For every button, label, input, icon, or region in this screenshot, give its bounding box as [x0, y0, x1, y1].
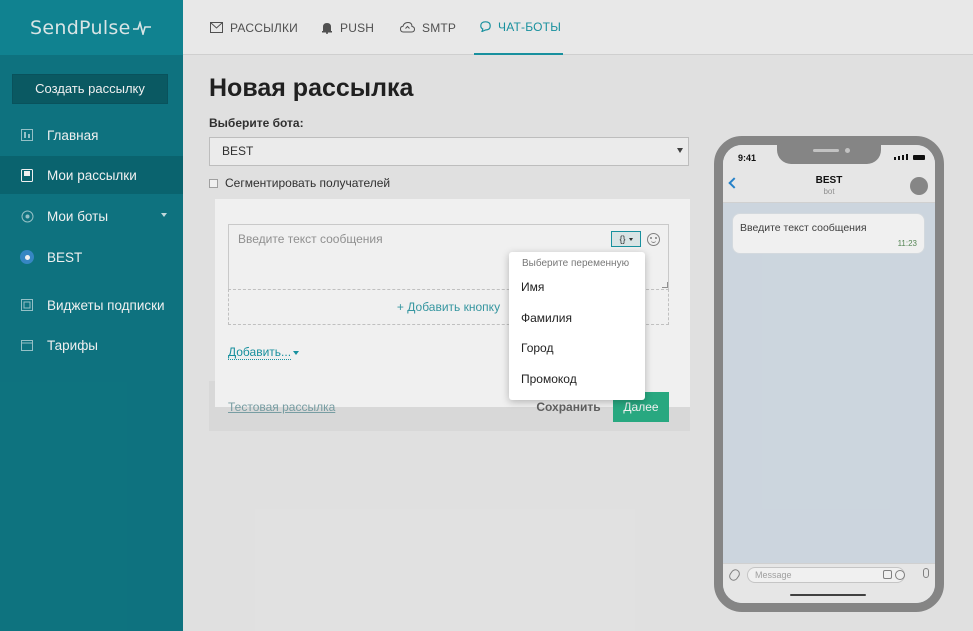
variable-button[interactable]: {}: [611, 231, 641, 247]
phone-notch: [777, 145, 881, 164]
message-placeholder: Введите текст сообщения: [238, 232, 383, 246]
chat-header: BEST bot: [723, 169, 935, 203]
sidebar-item-widgets[interactable]: Виджеты подписки: [0, 286, 183, 324]
command-icon: [883, 570, 892, 579]
chat-icon: [480, 21, 491, 32]
phone-preview: 9:41 BEST bot Введите текст сообщения 11…: [714, 136, 944, 612]
sidebar: SendPulse Создать рассылку Главная Мои р…: [0, 0, 183, 631]
chat-subtitle: bot: [823, 187, 835, 196]
segment-label: Сегментировать получателей: [225, 176, 391, 190]
tab-smtp[interactable]: SMTP: [400, 0, 456, 55]
sidebar-item-bots[interactable]: Мои боты: [0, 197, 183, 235]
chevron-down-icon: [161, 213, 167, 217]
braces-icon: {}: [619, 234, 626, 244]
sidebar-item-label: Мои боты: [47, 208, 109, 224]
tab-campaigns[interactable]: РАССЫЛКИ: [210, 0, 298, 55]
tab-chatbots[interactable]: ЧАТ-БОТЫ: [474, 0, 563, 55]
tab-label: РАССЫЛКИ: [230, 20, 298, 35]
segment-checkbox[interactable]: [209, 178, 218, 188]
bots-icon: [20, 209, 34, 223]
dropdown-header: Выберите переменную: [522, 258, 630, 269]
campaigns-icon: [20, 168, 34, 182]
logo[interactable]: SendPulse: [30, 17, 131, 39]
sidebar-item-home[interactable]: Главная: [0, 116, 183, 154]
bot-select[interactable]: BEST: [209, 137, 689, 166]
signal-icon: [894, 154, 925, 160]
variable-dropdown: Выберите переменную Имя Фамилия Город Пр…: [509, 252, 645, 400]
bubble-time: 11:23: [897, 239, 917, 248]
sidebar-item-label: Мои рассылки: [47, 167, 137, 183]
bot-avatar: [910, 177, 928, 195]
bubble-text: Введите текст сообщения: [740, 222, 867, 234]
pricing-icon: [20, 338, 34, 352]
add-more-link[interactable]: Добавить...: [228, 345, 292, 360]
chat-title: BEST: [815, 175, 843, 186]
logo-bar: SendPulse: [0, 0, 183, 55]
bot-avatar-icon: [20, 250, 34, 264]
create-campaign-button[interactable]: Создать рассылку: [12, 74, 168, 104]
bot-select-label: Выберите бота:: [209, 116, 304, 130]
dropdown-arrow-icon: [677, 148, 683, 153]
dropdown-item-first-name[interactable]: Имя: [521, 280, 544, 294]
attach-icon: [727, 567, 742, 583]
home-indicator: [790, 594, 866, 596]
sidebar-item-label: Тарифы: [47, 337, 99, 353]
sidebar-item-label: Виджеты подписки: [47, 297, 165, 313]
dropdown-item-promo[interactable]: Промокод: [521, 372, 577, 386]
resize-handle-icon[interactable]: [662, 282, 668, 288]
sidebar-item-pricing[interactable]: Тарифы: [0, 326, 183, 364]
sidebar-item-label: Главная: [47, 127, 99, 143]
dropdown-item-last-name[interactable]: Фамилия: [521, 311, 572, 325]
phone-screen: 9:41 BEST bot Введите текст сообщения 11…: [723, 145, 935, 603]
dropdown-item-city[interactable]: Город: [521, 341, 553, 355]
segment-recipients[interactable]: Сегментировать получателей: [209, 176, 390, 190]
page-title: Новая рассылка: [209, 74, 414, 102]
chat-input: Message: [747, 567, 905, 583]
sticker-icon: [895, 570, 905, 580]
message-bubble: Введите текст сообщения 11:23: [732, 213, 925, 254]
sidebar-item-label: BEST: [47, 249, 83, 265]
dashboard-icon: [20, 128, 34, 142]
widget-icon: [20, 298, 34, 312]
chat-input-bar: Message: [723, 563, 935, 585]
tab-label: SMTP: [422, 20, 457, 35]
emoji-icon[interactable]: [647, 233, 660, 246]
sidebar-item-best-bot[interactable]: BEST: [0, 238, 183, 276]
status-time: 9:41: [738, 153, 757, 163]
bell-icon: [321, 22, 333, 34]
test-send-link[interactable]: Тестовая рассылка: [228, 400, 335, 414]
mail-icon: [210, 22, 223, 33]
sidebar-item-campaigns[interactable]: Мои рассылки: [0, 156, 183, 194]
bot-select-value: BEST: [222, 144, 254, 158]
tab-label: ЧАТ-БОТЫ: [498, 19, 562, 34]
mic-icon: [923, 568, 929, 578]
chevron-down-icon: [293, 351, 299, 355]
pulse-icon: [132, 20, 151, 35]
tab-label: PUSH: [340, 20, 375, 35]
top-navigation: РАССЫЛКИ PUSH SMTP ЧАТ-БОТЫ: [183, 0, 973, 55]
cloud-icon: [400, 22, 415, 33]
tab-push[interactable]: PUSH: [321, 0, 374, 55]
chevron-down-icon: [628, 237, 633, 241]
